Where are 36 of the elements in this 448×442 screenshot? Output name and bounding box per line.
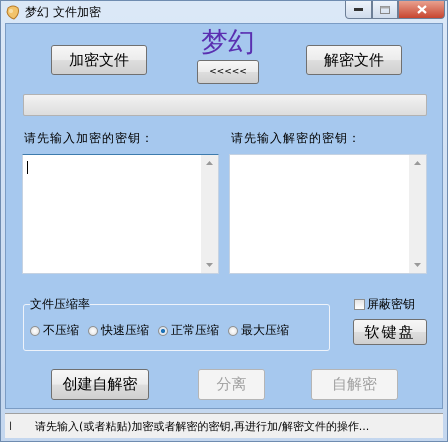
- radio-button[interactable]: [228, 326, 238, 336]
- scroll-down-icon[interactable]: [206, 263, 213, 267]
- radio-button[interactable]: [158, 326, 168, 336]
- maximize-icon: [380, 6, 390, 14]
- field-label: 请先输入加密的密钥：: [24, 130, 155, 147]
- encrypt-file-button[interactable]: 加密文件: [51, 45, 147, 75]
- scrollbar[interactable]: [409, 155, 426, 273]
- scroll-down-icon[interactable]: [414, 263, 421, 267]
- radio-label: 快速压缩: [101, 322, 149, 339]
- maximize-button[interactable]: [372, 1, 398, 19]
- logo-text: 梦幻: [201, 26, 255, 60]
- radio-label: 正常压缩: [171, 322, 219, 339]
- window-title: 梦幻 文件加密: [25, 4, 101, 20]
- checkbox[interactable]: [354, 299, 365, 310]
- radio-button[interactable]: [88, 326, 98, 336]
- minimize-button[interactable]: [345, 1, 372, 19]
- radio-label: 不压缩: [43, 322, 79, 339]
- close-button[interactable]: [398, 1, 445, 19]
- radio-button[interactable]: [30, 326, 40, 336]
- action-button[interactable]: 创建自解密: [51, 369, 149, 400]
- scroll-up-icon[interactable]: [414, 161, 421, 165]
- field-label: 请先输入解密的密钥：: [231, 130, 362, 147]
- status-text: l: [8, 420, 14, 432]
- app-icon: [5, 4, 21, 20]
- scroll-up-icon[interactable]: [206, 161, 213, 165]
- checkbox-label: 屏蔽密钥: [367, 296, 415, 313]
- text-caret: [27, 161, 28, 174]
- group-title: 文件压缩率: [30, 296, 90, 313]
- radio-label: 最大压缩: [241, 322, 289, 339]
- scrollbar[interactable]: [201, 155, 218, 273]
- swap-button[interactable]: <<<<<: [197, 60, 259, 84]
- minimize-icon: [354, 8, 363, 11]
- decrypt-file-button[interactable]: 解密文件: [306, 45, 402, 75]
- status-text: 请先输入(或者粘贴)加密或者解密的密钥,再进行加/解密文件的操作...: [35, 418, 370, 434]
- close-icon: [416, 5, 426, 14]
- soft-keyboard-button[interactable]: 软键盘: [353, 319, 427, 345]
